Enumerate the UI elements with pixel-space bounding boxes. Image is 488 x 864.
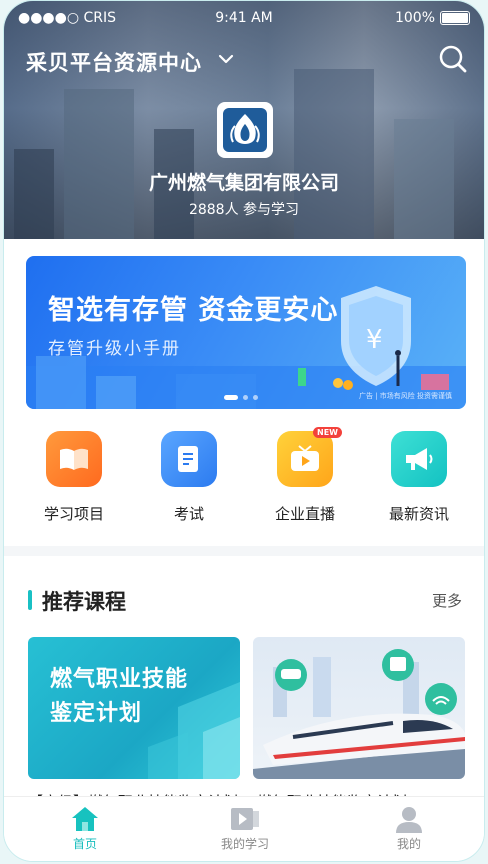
banner-disclaimer: 广告 | 市场有风险 投资需谨慎 bbox=[358, 392, 452, 400]
tab-my-learning[interactable]: 我的学习 bbox=[200, 803, 290, 852]
section-divider bbox=[4, 546, 484, 556]
company-name: 广州燃气集团有限公司 bbox=[148, 172, 339, 194]
category-exam[interactable]: 考试 bbox=[144, 431, 234, 524]
learner-count: 2888人 参与学习 bbox=[188, 202, 300, 218]
tab-me[interactable]: 我的 bbox=[364, 803, 454, 852]
category-label: 企业直播 bbox=[274, 505, 335, 523]
user-icon bbox=[364, 803, 454, 835]
battery-percent: 100% bbox=[394, 10, 435, 26]
category-label: 考试 bbox=[173, 505, 204, 523]
hero-background: ●●●●○ CRIS 9:41 AM 100% 采贝平台资源中心 广州燃气集团有… bbox=[4, 1, 484, 239]
megaphone-icon bbox=[391, 431, 447, 487]
tab-label: 我的学习 bbox=[220, 837, 269, 851]
chevron-down-icon[interactable] bbox=[218, 53, 234, 65]
tv-icon bbox=[277, 431, 333, 487]
carousel-dot[interactable] bbox=[224, 395, 238, 400]
category-learning-projects[interactable]: 学习项目 bbox=[29, 431, 119, 524]
svg-text:¥: ¥ bbox=[366, 325, 383, 355]
document-icon bbox=[161, 431, 217, 487]
category-label: 学习项目 bbox=[43, 505, 104, 523]
company-logo bbox=[217, 102, 273, 158]
new-badge: NEW bbox=[313, 427, 342, 438]
search-icon[interactable] bbox=[438, 44, 468, 74]
carousel-dot[interactable] bbox=[243, 395, 248, 400]
book-icon bbox=[46, 431, 102, 487]
tab-home[interactable]: 首页 bbox=[40, 803, 130, 852]
category-label: 最新资讯 bbox=[388, 505, 449, 523]
bottom-tab-bar: 首页 我的学习 我的 bbox=[4, 796, 484, 861]
carousel-indicator[interactable] bbox=[224, 395, 258, 400]
section-accent-bar bbox=[28, 590, 32, 610]
banner-title: 智选有存管 资金更安心 bbox=[48, 295, 339, 326]
promo-banner[interactable]: ¥ 智选有存管 资金更安心 存管升级小手册 广告 | 市场有风险 投资需谨慎 bbox=[26, 256, 466, 409]
section-title: 推荐课程 bbox=[42, 590, 126, 614]
more-link[interactable]: 更多 bbox=[432, 590, 462, 611]
category-news[interactable]: 最新资讯 bbox=[374, 431, 464, 524]
carousel-dot[interactable] bbox=[253, 395, 258, 400]
battery-indicator: 100% bbox=[395, 10, 470, 26]
flame-logo-icon bbox=[223, 108, 267, 152]
banner-subtitle: 存管升级小手册 bbox=[48, 339, 181, 359]
course-cover-title: 燃气职业技能鉴定计划 bbox=[50, 667, 189, 726]
banner-illustration: ¥ bbox=[26, 286, 466, 409]
course-card[interactable] bbox=[253, 637, 465, 779]
phone-frame: ●●●●○ CRIS 9:41 AM 100% 采贝平台资源中心 广州燃气集团有… bbox=[3, 0, 485, 862]
battery-icon bbox=[440, 11, 470, 25]
play-book-icon bbox=[200, 803, 290, 835]
course-card[interactable]: 燃气职业技能鉴定计划 bbox=[28, 637, 240, 779]
tab-label: 首页 bbox=[72, 837, 97, 851]
home-icon bbox=[40, 803, 130, 835]
category-grid: 学习项目 考试 NEW 企业直播 最新资讯 bbox=[4, 427, 484, 531]
status-bar: ●●●●○ CRIS 9:41 AM 100% bbox=[4, 7, 484, 29]
platform-title[interactable]: 采贝平台资源中心 bbox=[26, 47, 202, 77]
header-bar: 采贝平台资源中心 bbox=[26, 43, 468, 77]
tab-label: 我的 bbox=[396, 837, 421, 851]
category-live-stream[interactable]: NEW 企业直播 bbox=[260, 427, 350, 524]
train-illustration bbox=[253, 649, 465, 779]
